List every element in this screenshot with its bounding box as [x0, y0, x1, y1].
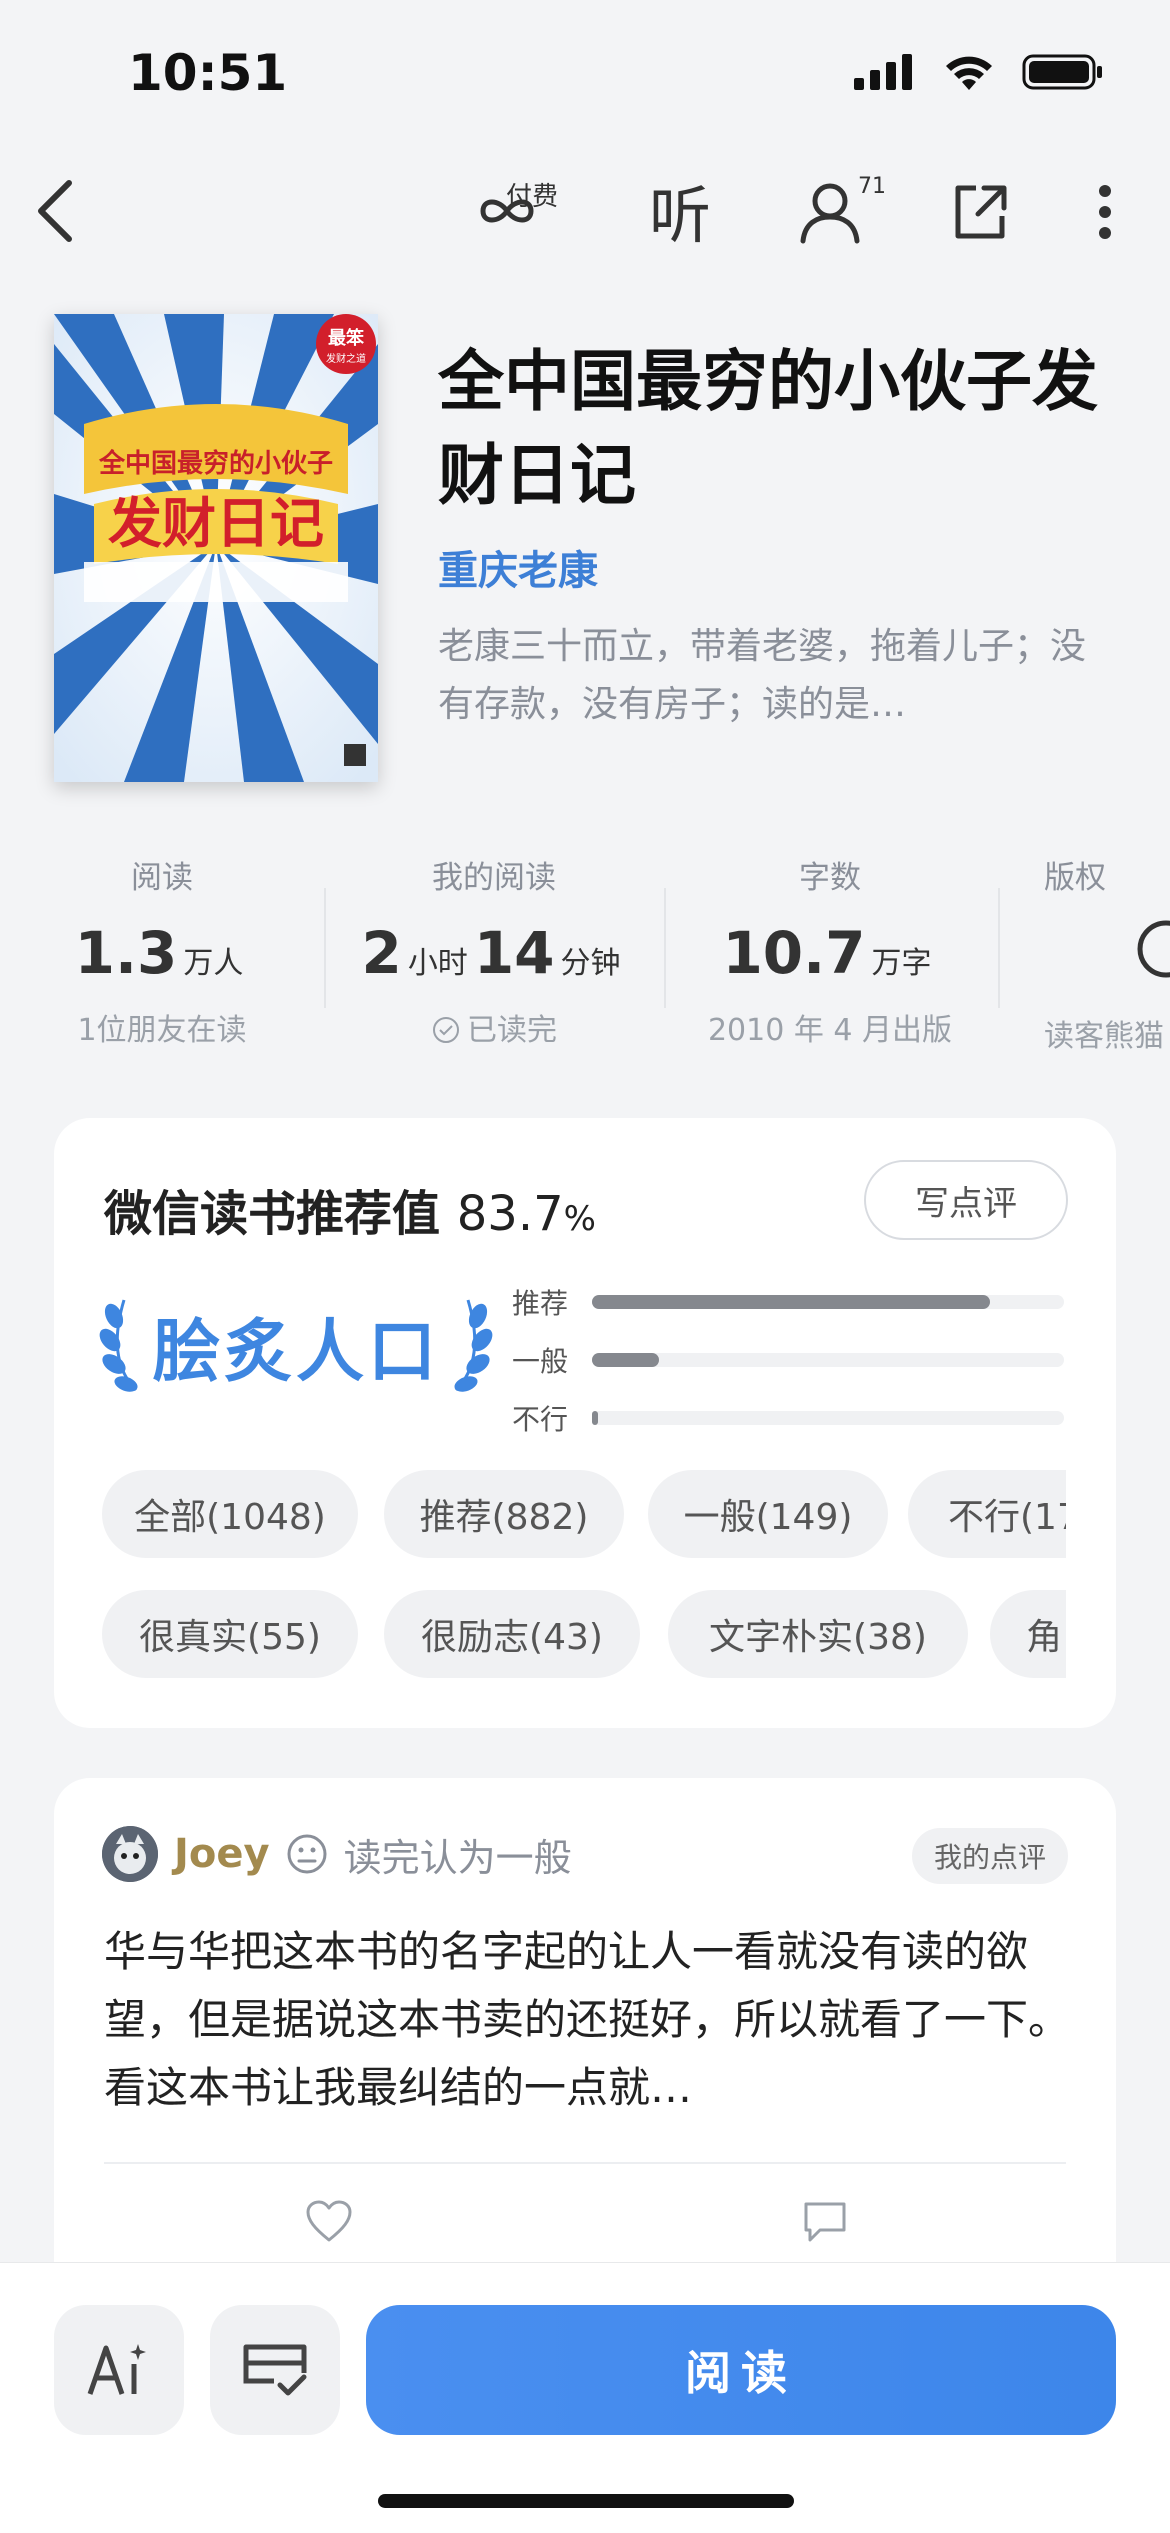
tag-chip-plain-writing[interactable]: 文字朴实(38) — [668, 1590, 968, 1678]
stat-value: 2 小时 14 分钟 — [361, 919, 621, 987]
bookshelf-check-icon — [243, 2344, 307, 2396]
review-header: Joey 读完认为一般 — [102, 1826, 572, 1882]
battery-icon — [1022, 54, 1102, 90]
bottom-bar: 阅读 — [0, 2262, 1170, 2533]
comment-icon — [804, 2202, 846, 2242]
stat-label: 字数 — [799, 860, 861, 896]
comment-button[interactable] — [800, 2198, 850, 2248]
status-icons — [852, 52, 1104, 92]
book-description[interactable]: 老康三十而立，带着老婆，拖着儿子；没有存款，没有房子；读的是… — [438, 618, 1098, 734]
avatar[interactable] — [102, 1826, 158, 1882]
divider — [998, 888, 1000, 1008]
listen-button[interactable]: 听 — [640, 170, 720, 252]
stat-sub: 2010 年 4 月出版 — [707, 1013, 953, 1048]
review-body[interactable]: 华与华把这本书的名字起的让人一看就没有读的欲望，但是据说这本书卖的还挺好，所以就… — [104, 1918, 1074, 2122]
paid-label: 付费 — [506, 182, 559, 212]
stat-word-count[interactable]: 字数 10.7 万字 2010 年 4 月出版 — [680, 852, 980, 1049]
tag-chip-more[interactable]: 角 — [990, 1590, 1066, 1678]
tag-chip-bad[interactable]: 不行(17) — [908, 1470, 1066, 1558]
review-status: 读完认为一般 — [343, 1835, 572, 1880]
signal-icon — [854, 54, 912, 90]
my-review-badge: 我的点评 — [911, 1828, 1068, 1884]
stat-label: 阅读 — [131, 860, 193, 896]
share-button[interactable] — [940, 172, 1020, 252]
stat-label: 版权 — [1044, 860, 1106, 896]
divider — [104, 2162, 1066, 2164]
book-author[interactable]: 重庆老康 — [438, 538, 598, 596]
book-title: 全中国最穷的小伙子发财日记 — [438, 342, 1098, 514]
divider — [324, 888, 326, 1008]
ai-button[interactable] — [54, 2305, 184, 2435]
add-to-shelf-button[interactable] — [210, 2305, 340, 2435]
cover-corner-sub: 发财之道 — [326, 352, 366, 365]
stat-label: 我的阅读 — [432, 860, 556, 896]
stat-sub: 读客熊猫 — [1044, 1019, 1164, 1054]
rating-card: 微信读书推荐值 83.7% 写点评 脍炙人口 推荐 一般 不行 全部(1048)… — [54, 1118, 1116, 1728]
home-indicator — [378, 2494, 794, 2508]
cover-title-line1: 全中国最穷的小伙子 — [98, 448, 333, 479]
tag-chips: 全部(1048) 推荐(882) 一般(149) 不行(17) 很真实(55) … — [54, 1118, 1066, 1728]
tag-chip-all[interactable]: 全部(1048) — [102, 1470, 358, 1558]
share-icon — [955, 185, 1007, 239]
cover-title-line2: 发财日记 — [108, 492, 324, 555]
cover-corner-text: 最笨 — [328, 327, 365, 349]
stat-my-reading[interactable]: 我的阅读 2 小时 14 分钟 已读完 — [344, 852, 644, 1049]
tag-chip-average[interactable]: 一般(149) — [648, 1470, 888, 1558]
followers-count: 71 — [858, 174, 886, 199]
stat-copyright[interactable]: 版权 读客熊猫 — [1044, 852, 1170, 1055]
divider — [664, 888, 666, 1008]
ai-icon — [87, 2344, 146, 2395]
check-circle-icon — [433, 1017, 459, 1043]
person-icon — [800, 183, 860, 244]
stat-sub: 1位朋友在读 — [77, 1013, 247, 1048]
tag-chip-inspiring[interactable]: 很励志(43) — [384, 1590, 640, 1678]
tag-chip-realistic[interactable]: 很真实(55) — [102, 1590, 358, 1678]
like-button[interactable] — [304, 2198, 354, 2248]
read-button[interactable]: 阅读 — [366, 2305, 1116, 2435]
stat-sub: 已读完 — [344, 1005, 644, 1049]
more-vertical-icon — [1099, 185, 1111, 239]
copyright-icon — [1136, 919, 1170, 993]
heart-icon — [306, 2200, 352, 2242]
stat-value: 10.7 万字 — [722, 919, 932, 987]
back-button[interactable] — [20, 176, 90, 246]
book-cover[interactable]: 全中国最穷的小伙子 发财日记 最笨 发财之道 — [54, 314, 378, 782]
review-username[interactable]: Joey — [174, 1831, 270, 1877]
status-time: 10:51 — [128, 44, 288, 102]
more-button[interactable] — [1080, 172, 1130, 252]
tag-chip-recommend[interactable]: 推荐(882) — [384, 1470, 624, 1558]
stat-value: 1.3 万人 — [74, 919, 244, 987]
wifi-icon — [946, 56, 992, 90]
neutral-face-icon — [287, 1834, 327, 1874]
chevron-left-icon — [38, 180, 72, 242]
review-card[interactable]: Joey 读完认为一般 我的点评 华与华把这本书的名字起的让人一看就没有读的欲望… — [54, 1778, 1116, 2298]
stat-readers[interactable]: 阅读 1.3 万人 1位朋友在读 — [12, 852, 312, 1049]
